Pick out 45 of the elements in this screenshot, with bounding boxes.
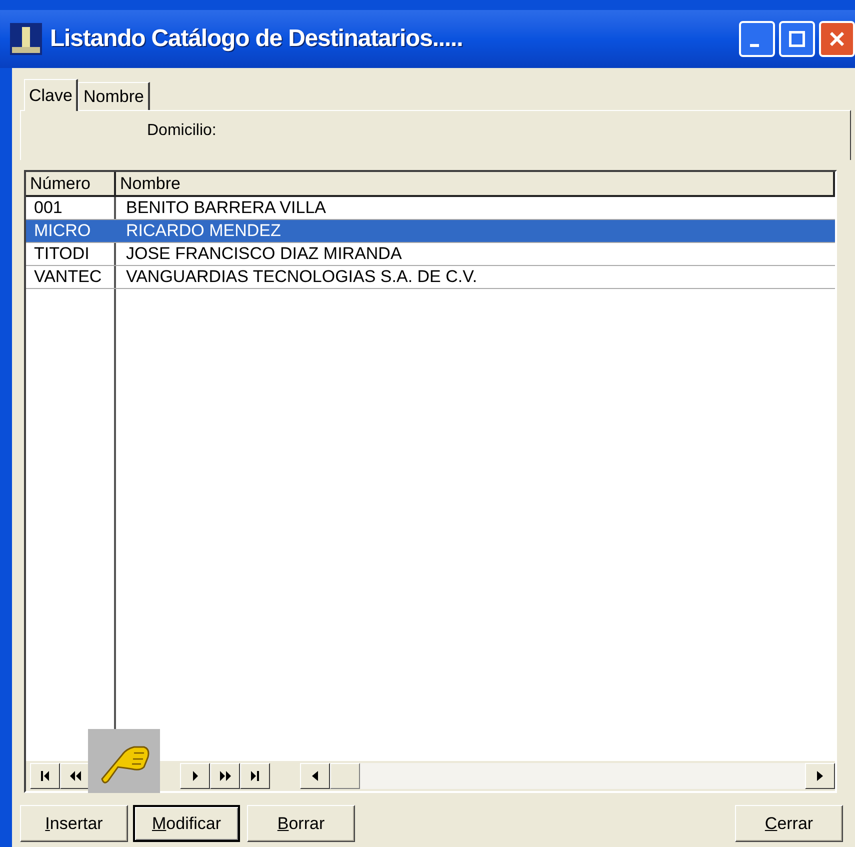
nav-fwd-icon [220,771,230,781]
nav-next-icon [192,771,198,781]
left-arrow-icon [311,770,319,782]
nav-fwd-button[interactable] [210,763,240,789]
minimize-button[interactable] [739,21,775,57]
horizontal-scrollbar[interactable] [300,763,835,789]
maximize-icon [789,31,805,47]
nav-next-button[interactable] [180,763,210,789]
maximize-button[interactable] [779,21,815,57]
close-button[interactable] [819,21,855,57]
scroll-thumb[interactable] [330,763,360,789]
table-cell-text: TITODI [33,243,90,265]
column-header[interactable]: Número [26,172,116,195]
table-row[interactable]: VANTEC VANGUARDIAS TECNOLOGIAS S.A. DE C.V. [26,266,835,289]
right-arrow-icon [816,770,824,782]
close-icon [830,32,844,46]
minimize-icon [750,44,758,46]
table-cell-text: 001 [33,197,64,219]
action-button[interactable]: Insertar [20,805,128,842]
scroll-left-button[interactable] [300,763,330,789]
table-cell-text: VANTEC [33,266,103,288]
table-cell-text: VANGUARDIAS TECNOLOGIAS S.A. DE C.V. [125,266,478,288]
domicilio-label: Domicilio: [147,122,216,139]
tab[interactable]: Clave [24,79,78,111]
table-cell-text: MICRO [33,220,92,242]
app-icon [10,23,42,55]
nav-last-icon [251,771,259,781]
column-header[interactable]: Nombre [116,172,835,195]
window-title: Listando Catálogo de Destinatarios..... [50,24,463,54]
nav-prior-icon [70,771,80,781]
table-cell-text: JOSE FRANCISCO DIAZ MIRANDA [125,243,402,265]
action-button[interactable]: Modificar [133,805,240,842]
nav-first-icon [41,771,49,781]
pointing-hand-icon [88,729,160,793]
table-row[interactable]: TITODI JOSE FRANCISCO DIAZ MIRANDA [26,243,835,266]
table-cell-text: RICARDO MENDEZ [125,220,281,242]
scroll-right-button[interactable] [805,763,835,789]
nav-prior-button[interactable] [60,763,90,789]
close-dialog-button[interactable]: Cerrar [735,805,843,842]
action-button[interactable]: Borrar [247,805,355,842]
nav-first-button[interactable] [30,763,60,789]
tab[interactable]: Nombre [78,82,150,110]
table-row[interactable]: MICRO RICARDO MENDEZ [26,220,835,243]
nav-last-button[interactable] [240,763,270,789]
table-cell-text: BENITO BARRERA VILLA [125,197,326,219]
